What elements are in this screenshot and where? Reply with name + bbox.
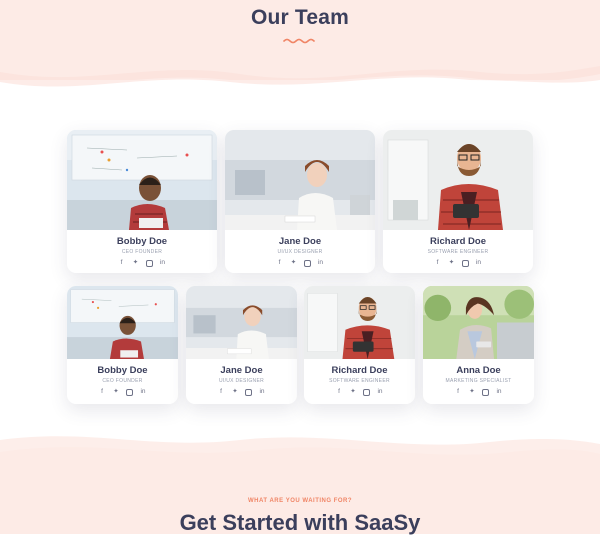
team-card-richard-doe[interactable]: Richard Doe SOFTWARE ENGINEER f ✦ in — [304, 286, 415, 404]
member-role: MARKETING SPECIALIST — [445, 378, 512, 384]
member-role: CEO FOUNDER — [102, 378, 143, 384]
team-photo — [423, 286, 534, 359]
team-card-jane-doe[interactable]: Jane Doe UI/UX DESIGNER f ✦ in — [186, 286, 297, 404]
instagram-icon[interactable] — [145, 260, 153, 267]
facebook-icon[interactable]: f — [217, 388, 225, 396]
twitter-icon[interactable]: ✦ — [349, 388, 357, 396]
member-name: Richard Doe — [430, 236, 486, 247]
cta-title: Get Started with SaaSy — [179, 510, 421, 535]
member-name: Bobby Doe — [116, 236, 168, 247]
twitter-icon[interactable]: ✦ — [112, 388, 120, 396]
social-links: f ✦ in — [186, 388, 297, 396]
team-card-anna-doe[interactable]: Anna Doe MARKETING SPECIALIST f ✦ in — [423, 286, 534, 404]
instagram-icon[interactable] — [482, 389, 489, 396]
member-role: SOFTWARE ENGINEER — [329, 378, 390, 384]
cta-eyebrow: WHAT ARE YOU WAITING FOR? — [247, 498, 353, 504]
member-role: UI/UX DESIGNER — [277, 249, 323, 255]
facebook-icon[interactable]: f — [118, 259, 126, 267]
team-card-bobby-doe[interactable]: Bobby Doe CEO FOUNDER f ✦ in — [67, 130, 217, 273]
social-links: f ✦ in — [225, 259, 375, 267]
team-photo — [225, 130, 375, 230]
linkedin-icon[interactable]: in — [475, 259, 483, 267]
facebook-icon[interactable]: f — [276, 259, 284, 267]
facebook-icon[interactable]: f — [98, 388, 106, 396]
member-role: SOFTWARE ENGINEER — [427, 249, 489, 255]
team-photo — [67, 286, 178, 359]
social-links: f ✦ in — [67, 259, 217, 267]
facebook-icon[interactable]: f — [454, 388, 462, 396]
member-role: CEO FOUNDER — [121, 249, 163, 255]
team-photo — [67, 130, 217, 230]
team-card-bobby-doe[interactable]: Bobby Doe CEO FOUNDER f ✦ in — [67, 286, 178, 404]
linkedin-icon[interactable]: in — [495, 388, 503, 396]
team-photo — [383, 130, 533, 230]
member-name: Richard Doe — [331, 365, 388, 376]
linkedin-icon[interactable]: in — [376, 388, 384, 396]
linkedin-icon[interactable]: in — [139, 388, 147, 396]
member-role: UI/UX DESIGNER — [218, 378, 265, 384]
instagram-icon[interactable] — [303, 260, 311, 267]
team-card-richard-doe[interactable]: Richard Doe SOFTWARE ENGINEER f ✦ in — [383, 130, 533, 273]
team-photo — [304, 286, 415, 359]
linkedin-icon[interactable]: in — [317, 259, 325, 267]
social-links: f ✦ in — [304, 388, 415, 396]
member-name: Bobby Doe — [97, 365, 148, 376]
member-name: Jane Doe — [278, 236, 322, 247]
social-links: f ✦ in — [67, 388, 178, 396]
twitter-icon[interactable]: ✦ — [290, 259, 298, 267]
twitter-icon[interactable]: ✦ — [132, 259, 140, 267]
social-links: f ✦ in — [383, 259, 533, 267]
team-card-jane-doe[interactable]: Jane Doe UI/UX DESIGNER f ✦ in — [225, 130, 375, 273]
linkedin-icon[interactable]: in — [258, 388, 266, 396]
instagram-icon[interactable] — [363, 389, 370, 396]
facebook-icon[interactable]: f — [434, 259, 442, 267]
linkedin-icon[interactable]: in — [159, 259, 167, 267]
facebook-icon[interactable]: f — [335, 388, 343, 396]
social-links: f ✦ in — [423, 388, 534, 396]
twitter-icon[interactable]: ✦ — [468, 388, 476, 396]
section-title: Our Team — [250, 6, 350, 29]
member-name: Jane Doe — [220, 365, 263, 376]
title-squiggle-decoration — [283, 38, 315, 44]
twitter-icon[interactable]: ✦ — [231, 388, 239, 396]
instagram-icon[interactable] — [245, 389, 252, 396]
instagram-icon[interactable] — [126, 389, 133, 396]
twitter-icon[interactable]: ✦ — [448, 259, 456, 267]
team-photo — [186, 286, 297, 359]
member-name: Anna Doe — [456, 365, 501, 376]
instagram-icon[interactable] — [461, 260, 469, 267]
